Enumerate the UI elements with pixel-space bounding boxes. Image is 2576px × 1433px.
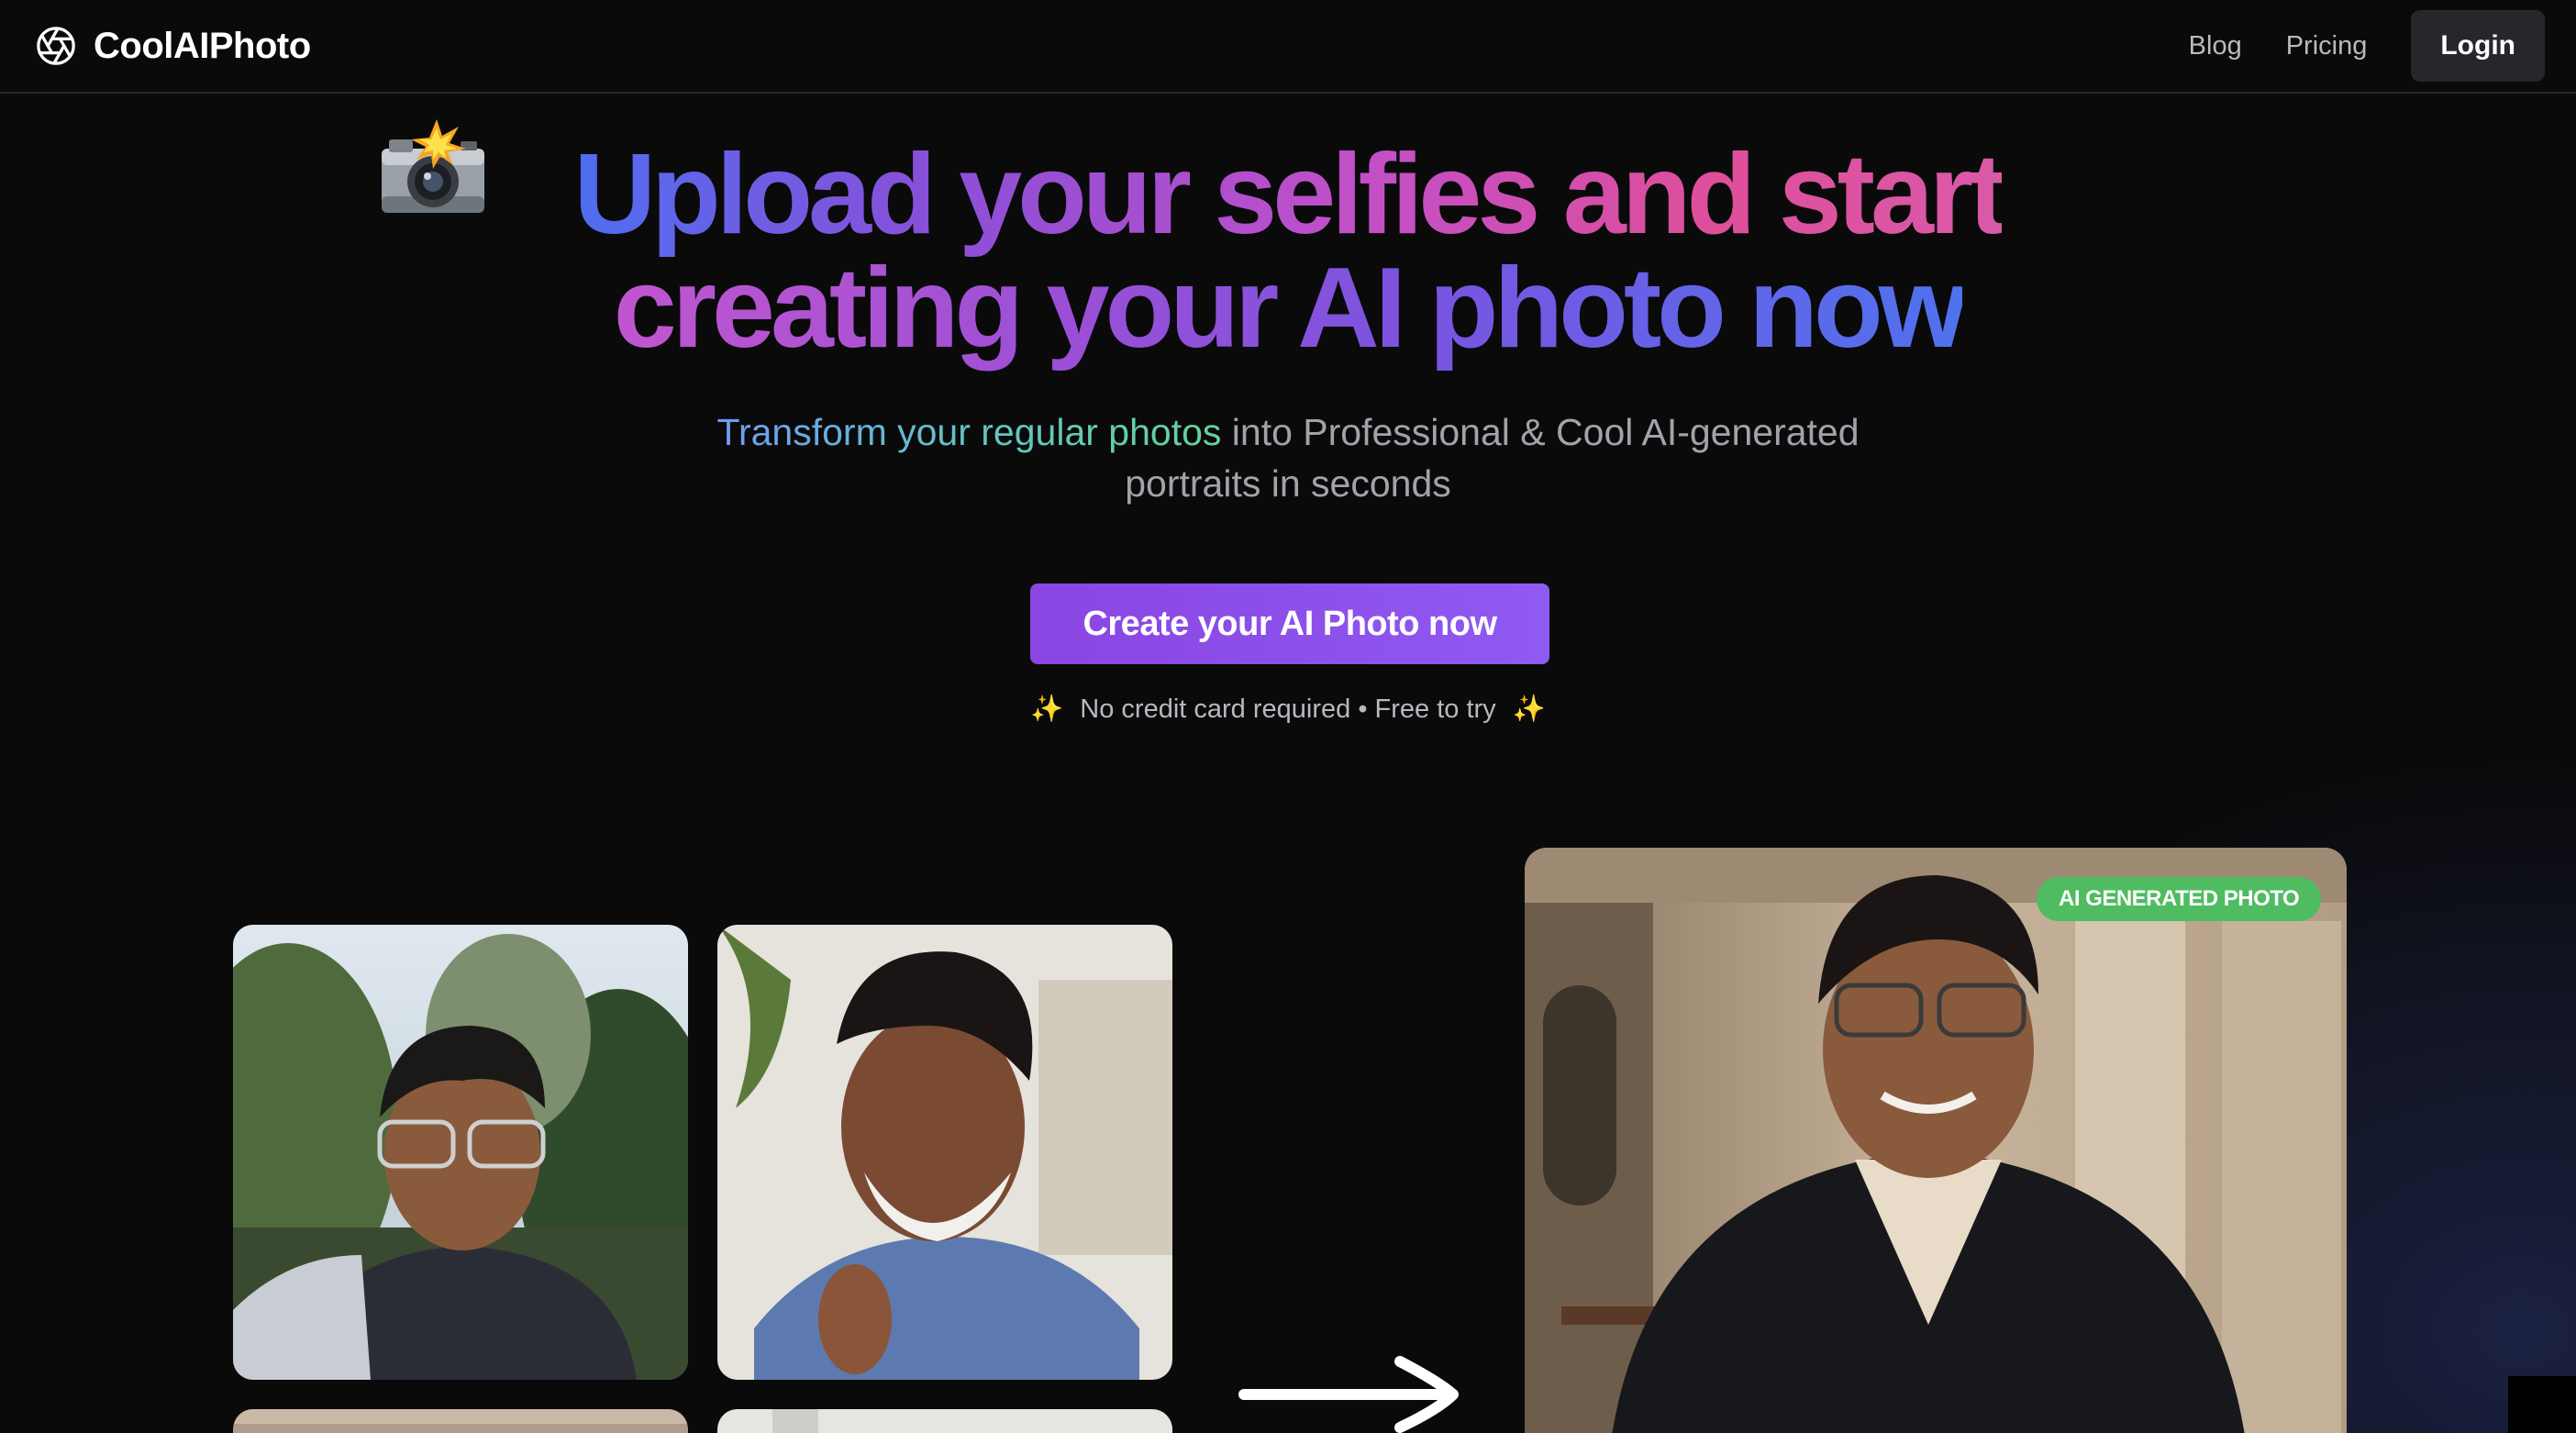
nav-menu: Blog Pricing Login bbox=[2189, 10, 2545, 82]
aperture-icon bbox=[37, 27, 75, 65]
selfie-photo-3 bbox=[233, 1409, 688, 1433]
hero-title-line-1: Upload your selfies and start bbox=[573, 131, 2007, 258]
nav-blog-link[interactable]: Blog bbox=[2189, 31, 2242, 61]
ai-generated-photo bbox=[1525, 848, 2347, 1433]
hero-title: Upload your selfies and start creating y… bbox=[0, 138, 2576, 365]
nav-pricing-link[interactable]: Pricing bbox=[2286, 31, 2368, 61]
subtitle-highlight: Transform your regular photos bbox=[716, 411, 1222, 453]
selfie-photo-1 bbox=[233, 925, 688, 1380]
signup-note-text: No credit card required • Free to try bbox=[1080, 694, 1496, 724]
brand-name: CoolAIPhoto bbox=[94, 25, 311, 66]
signup-note: ✨ No credit card required • Free to try ✨ bbox=[0, 694, 2576, 725]
ai-generated-badge: AI GENERATED PHOTO bbox=[2037, 877, 2322, 921]
create-ai-photo-button[interactable]: Create your AI Photo now bbox=[1030, 583, 1549, 664]
selfie-photo-2 bbox=[717, 925, 1172, 1380]
login-button[interactable]: Login bbox=[2411, 10, 2545, 82]
corner-widget[interactable] bbox=[2508, 1376, 2576, 1433]
arrow-right-icon bbox=[1238, 1356, 1459, 1433]
top-nav: CoolAIPhoto Blog Pricing Login bbox=[0, 0, 2576, 94]
subtitle-rest: into Professional & Cool AI-generated po… bbox=[1125, 411, 1860, 505]
brand-logo[interactable]: CoolAIPhoto bbox=[35, 25, 311, 67]
sparkles-icon: ✨ bbox=[1030, 694, 1064, 724]
selfie-photo-4 bbox=[717, 1409, 1172, 1433]
sparkles-icon: ✨ bbox=[1512, 694, 1546, 724]
page: CoolAIPhoto Blog Pricing Login Upload yo… bbox=[0, 0, 2576, 1433]
hero-subtitle: Transform your regular photos into Profe… bbox=[646, 406, 1930, 509]
hero-title-line-2: creating your AI photo now bbox=[613, 245, 1967, 372]
